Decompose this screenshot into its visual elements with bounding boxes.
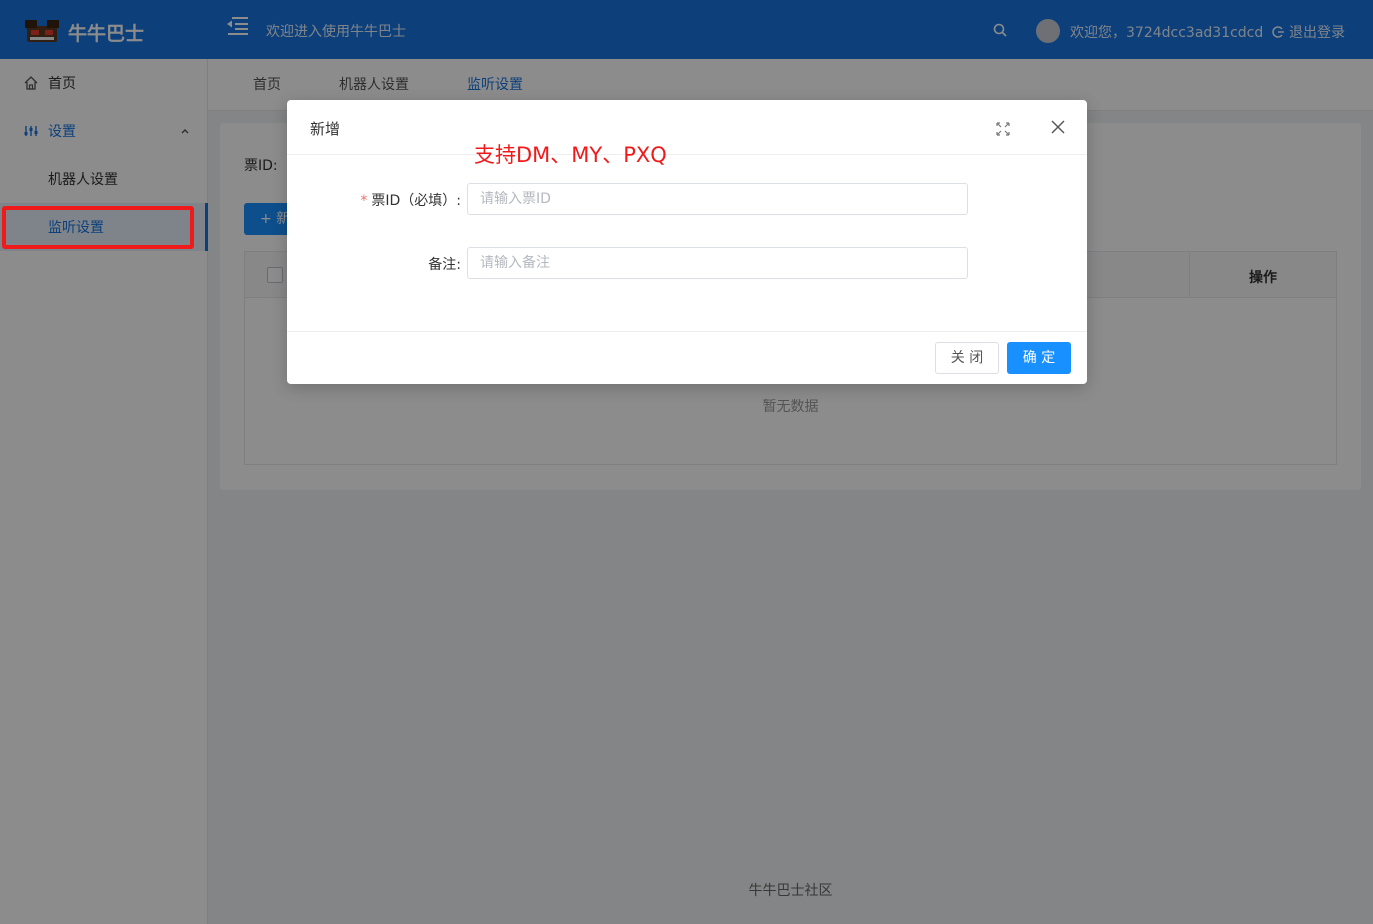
annotation-highlight-box (2, 206, 194, 249)
confirm-button[interactable]: 确 定 (1007, 342, 1071, 374)
close-icon[interactable] (1050, 119, 1066, 135)
ticket-id-label: * 票ID（必填）: (281, 190, 461, 210)
remark-input[interactable] (467, 247, 968, 279)
annotation-note: 支持DM、MY、PXQ (474, 143, 667, 167)
ticket-id-input[interactable] (467, 183, 968, 215)
required-marker: * (360, 193, 368, 209)
dialog-header-divider (287, 154, 1087, 155)
ticket-id-label-text: 票ID（必填）: (371, 193, 461, 209)
fullscreen-icon[interactable] (995, 121, 1011, 137)
dialog-title: 新增 (310, 120, 341, 138)
dialog-footer-divider (287, 331, 1087, 332)
close-button[interactable]: 关 闭 (935, 342, 999, 374)
remark-label: 备注: (428, 257, 461, 273)
add-dialog: 新增 支持DM、MY、PXQ *票ID（必填）: 备注: 关 闭 确 定 (287, 100, 1087, 384)
